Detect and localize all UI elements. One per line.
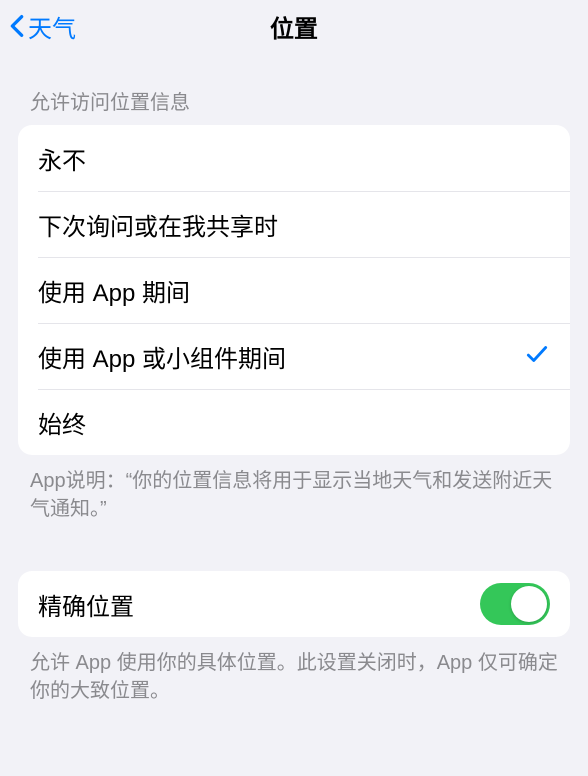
navigation-bar: 天气 位置 [0, 0, 588, 52]
option-label: 下次询问或在我共享时 [38, 207, 278, 242]
precise-location-group: 精确位置 [18, 571, 570, 637]
precise-location-row[interactable]: 精确位置 [18, 571, 570, 637]
option-label: 始终 [38, 405, 86, 440]
access-section-header: 允许访问位置信息 [0, 52, 588, 125]
option-label: 永不 [38, 141, 86, 176]
precise-location-toggle[interactable] [480, 583, 550, 625]
checkmark-icon [524, 341, 550, 372]
precise-location-label: 精确位置 [38, 587, 134, 622]
chevron-left-icon [8, 12, 26, 40]
page-title: 位置 [270, 9, 318, 44]
option-label: 使用 App 期间 [38, 273, 190, 308]
option-while-using-app[interactable]: 使用 App 期间 [18, 257, 570, 323]
access-section-footer: App说明：“你的位置信息将用于显示当地天气和发送附近天气通知。” [0, 455, 588, 523]
option-never[interactable]: 永不 [18, 125, 570, 191]
option-while-using-app-or-widgets[interactable]: 使用 App 或小组件期间 [18, 323, 570, 389]
back-button[interactable]: 天气 [8, 9, 76, 44]
option-always[interactable]: 始终 [18, 389, 570, 455]
option-label: 使用 App 或小组件期间 [38, 339, 286, 374]
option-ask-next-time[interactable]: 下次询问或在我共享时 [18, 191, 570, 257]
precise-section-footer: 允许 App 使用你的具体位置。此设置关闭时，App 仅可确定你的大致位置。 [0, 637, 588, 705]
back-label: 天气 [28, 9, 76, 44]
toggle-knob [511, 586, 547, 622]
access-options-group: 永不 下次询问或在我共享时 使用 App 期间 使用 App 或小组件期间 始终 [18, 125, 570, 455]
